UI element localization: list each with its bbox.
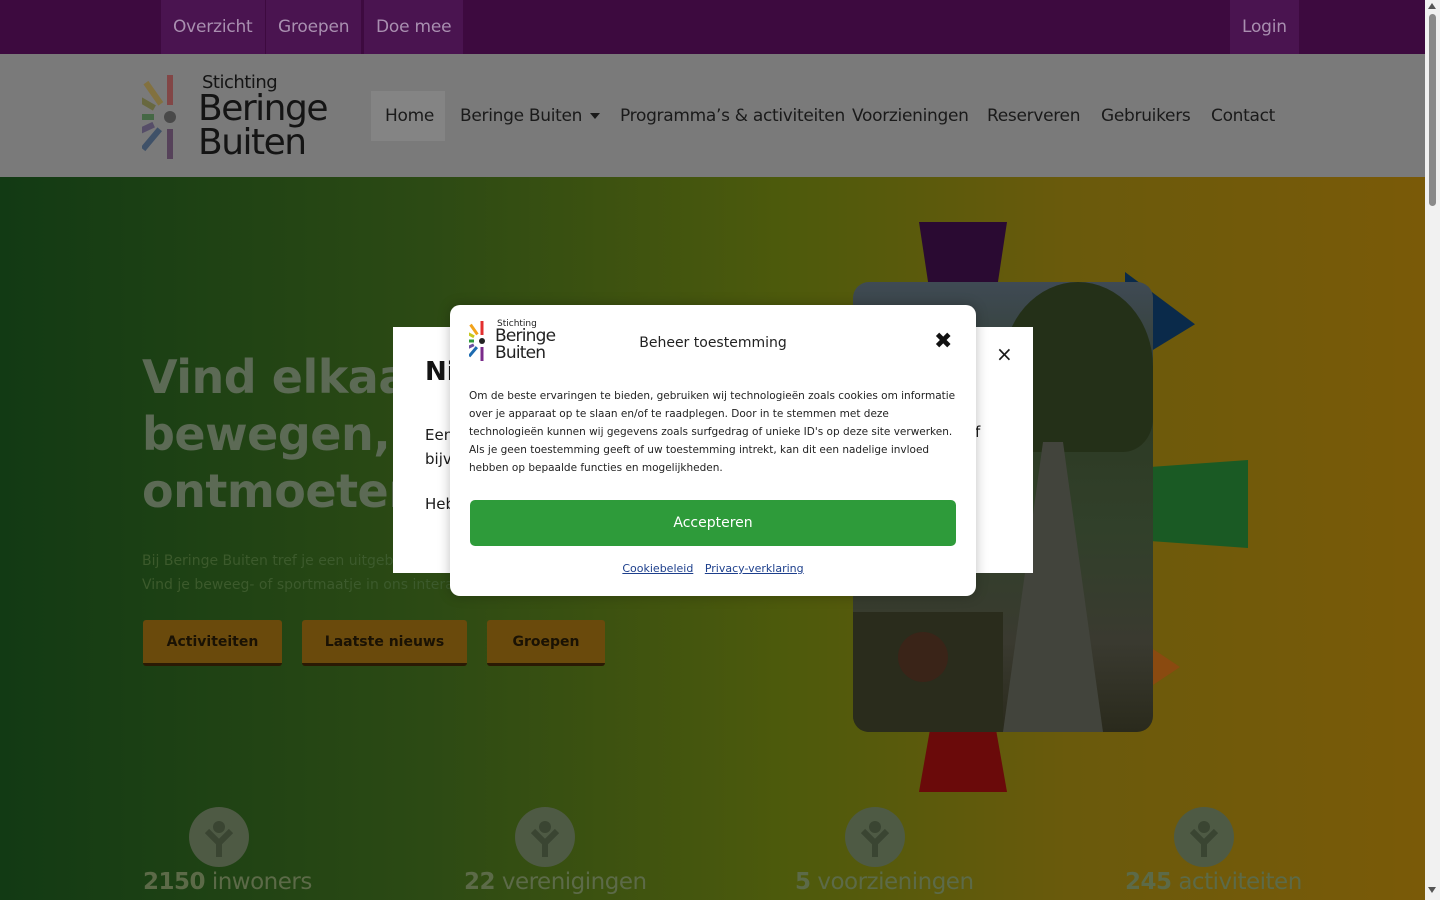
nav-contact[interactable]: Contact: [1211, 54, 1275, 177]
cookiebeleid-link[interactable]: Cookiebeleid: [622, 562, 693, 575]
cookie-links: Cookiebeleid Privacy-verklaring: [450, 562, 976, 575]
close-icon[interactable]: ×: [996, 342, 1013, 366]
scroll-up-icon[interactable]: [1428, 3, 1436, 9]
scrollbar-thumb[interactable]: [1429, 14, 1436, 206]
top-bar: Overzicht Groepen Doe mee Login: [0, 0, 1425, 54]
hero-deco-green: [1150, 460, 1248, 548]
cookie-title: Beheer toestemming: [639, 335, 787, 351]
nav-reserveren[interactable]: Reserveren: [987, 54, 1080, 177]
person-icon: [189, 807, 249, 867]
accept-button[interactable]: Accepteren: [470, 500, 956, 546]
hero-deco-orange: [1150, 647, 1180, 687]
scroll-down-icon[interactable]: [1428, 887, 1436, 893]
topbar-link-overzicht[interactable]: Overzicht: [161, 0, 265, 54]
person-icon: [1174, 807, 1234, 867]
close-icon[interactable]: ✖: [934, 331, 952, 353]
hero-deco-red: [919, 732, 1007, 792]
site-logo[interactable]: Stichting Beringe Buiten: [142, 72, 332, 162]
logo-text-buiten: Buiten: [198, 122, 307, 163]
stat-verenigingen: 22 verenigingen: [464, 807, 647, 895]
stat-voorzieningen: 5 voorzieningen: [795, 807, 974, 895]
site-header: Stichting Beringe Buiten Home Beringe Bu…: [0, 54, 1425, 177]
topbar-link-groepen[interactable]: Groepen: [266, 0, 362, 54]
stat-inwoners: 2150 inwoners: [143, 807, 312, 895]
cookie-consent-modal: Stichting Beringe Buiten Beheer toestemm…: [450, 305, 976, 596]
nav-beringe-buiten-label: Beringe Buiten: [460, 105, 583, 126]
privacy-verklaring-link[interactable]: Privacy-verklaring: [705, 562, 804, 575]
logo-mark-icon: [142, 75, 176, 159]
cookie-text: Om de beste ervaringen te bieden, gebrui…: [469, 390, 956, 474]
nav-programmas[interactable]: Programma’s & activiteiten: [620, 54, 845, 177]
laatste-nieuws-button[interactable]: Laatste nieuws: [302, 620, 467, 666]
scrollbar[interactable]: [1425, 0, 1440, 900]
person-icon: [845, 807, 905, 867]
nav-voorzieningen[interactable]: Voorzieningen: [852, 54, 969, 177]
person-icon: [515, 807, 575, 867]
stat-activiteiten: 245 activiteiten: [1125, 807, 1302, 895]
topbar-link-doe-mee[interactable]: Doe mee: [364, 0, 464, 54]
activiteiten-button[interactable]: Activiteiten: [143, 620, 282, 666]
nav-gebruikers[interactable]: Gebruikers: [1101, 54, 1191, 177]
login-link[interactable]: Login: [1230, 0, 1299, 54]
caret-down-icon: [590, 112, 601, 119]
nav-home[interactable]: Home: [385, 54, 434, 177]
groepen-button[interactable]: Groepen: [487, 620, 605, 666]
nav-beringe-buiten[interactable]: Beringe Buiten: [460, 54, 601, 177]
